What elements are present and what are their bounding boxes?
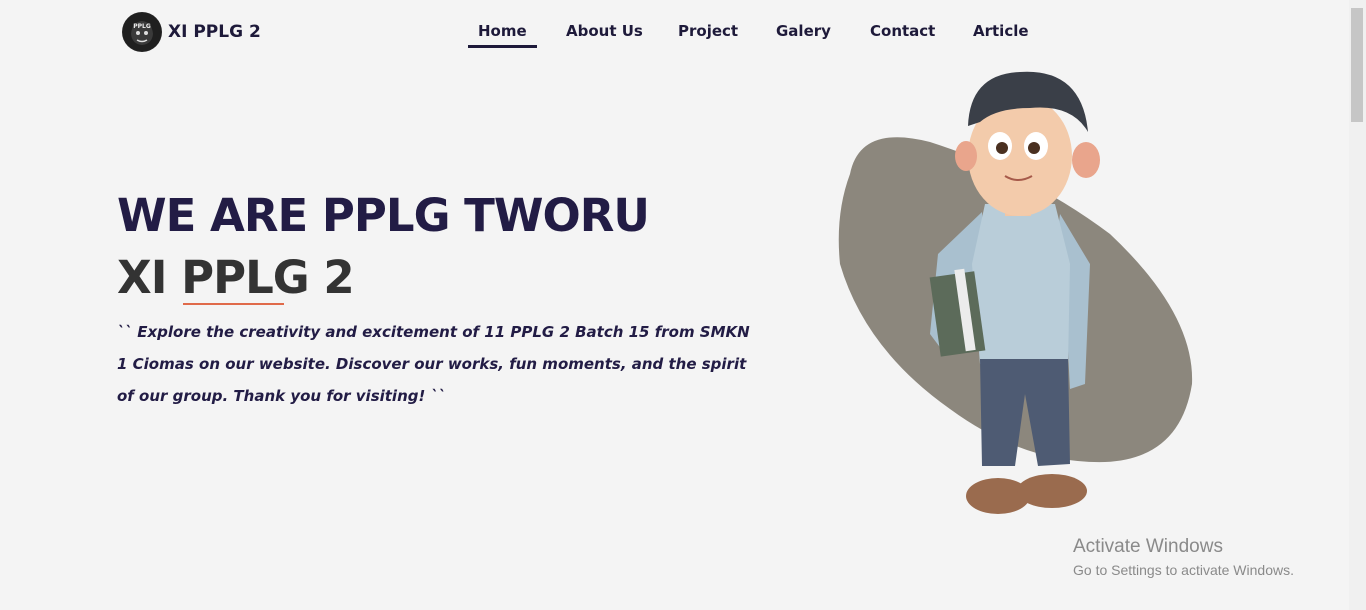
hero-description: `` Explore the creativity and excitement… bbox=[117, 323, 750, 405]
nav-item-galery[interactable]: Galery bbox=[776, 22, 831, 40]
main-nav: Home About Us Project Galery Contact Art… bbox=[0, 22, 1366, 50]
hero-subtitle: XI PPLG 2 bbox=[117, 251, 355, 304]
watermark-subtitle: Go to Settings to activate Windows. bbox=[1073, 562, 1294, 578]
student-character-illustration bbox=[820, 64, 1200, 528]
hero-title: WE ARE PPLG TWORU bbox=[117, 189, 650, 242]
nav-item-about-us[interactable]: About Us bbox=[566, 22, 643, 40]
watermark-title: Activate Windows bbox=[1073, 536, 1223, 557]
page-scrollbar[interactable] bbox=[1349, 0, 1366, 610]
nav-item-article[interactable]: Article bbox=[973, 22, 1029, 40]
scrollbar-thumb[interactable] bbox=[1351, 8, 1363, 122]
nav-item-project[interactable]: Project bbox=[678, 22, 738, 40]
nav-item-home[interactable]: Home bbox=[468, 22, 537, 48]
hero-accent-underline bbox=[183, 303, 284, 305]
windows-activation-watermark: Activate Windows Go to Settings to activ… bbox=[1073, 536, 1294, 578]
nav-item-contact[interactable]: Contact bbox=[870, 22, 935, 40]
